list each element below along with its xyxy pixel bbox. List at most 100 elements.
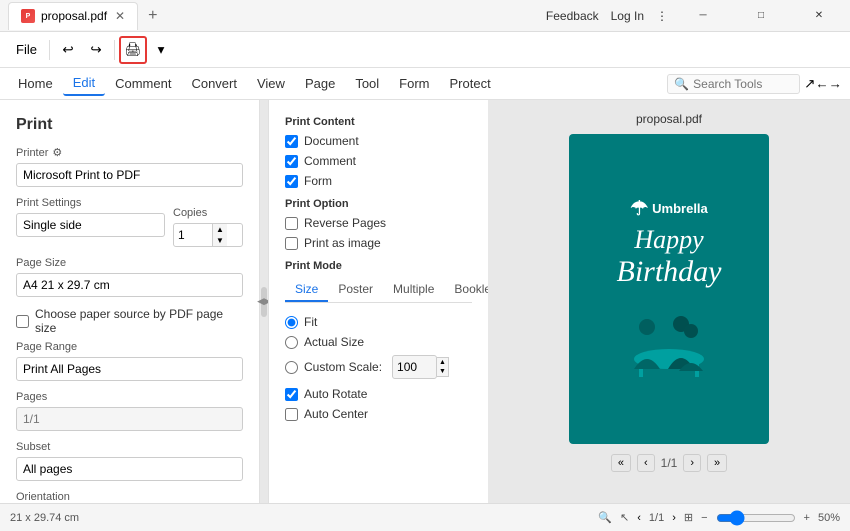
login-link[interactable]: Log In	[611, 9, 644, 23]
print-content-label: Print Content	[285, 116, 472, 128]
file-menu-btn[interactable]: File	[8, 42, 45, 57]
last-page-btn[interactable]: »	[707, 454, 727, 472]
actual-size-radio[interactable]	[285, 336, 298, 349]
copies-input[interactable]	[174, 224, 212, 246]
print-mode-label: Print Mode	[285, 260, 472, 272]
auto-center-checkbox[interactable]	[285, 408, 298, 421]
comment-label: Comment	[304, 154, 356, 168]
title-bar: P proposal.pdf ✕ + Feedback Log In ⋮ ─ □…	[0, 0, 850, 32]
menu-edit[interactable]: Edit	[63, 71, 105, 96]
copies-down-btn[interactable]: ▼	[213, 235, 227, 246]
pagerange-select[interactable]: Print All Pages	[16, 357, 243, 381]
main-area: Print Printer ⚙ Microsoft Print to PDF P…	[0, 100, 850, 503]
reverse-pages-label: Reverse Pages	[304, 216, 386, 230]
file-tab[interactable]: P proposal.pdf ✕	[8, 2, 138, 30]
print-as-image-checkbox[interactable]	[285, 237, 298, 250]
menu-tool[interactable]: Tool	[345, 72, 389, 95]
panel-divider[interactable]: ◀▶	[260, 100, 268, 503]
menu-page[interactable]: Page	[295, 72, 345, 95]
new-tab-btn[interactable]: +	[140, 3, 165, 29]
maximize-btn[interactable]: □	[738, 0, 784, 32]
status-next-btn[interactable]: ›	[672, 512, 676, 524]
custom-scale-label: Custom Scale:	[304, 360, 382, 374]
choose-paper-checkbox[interactable]	[16, 315, 29, 328]
preview-nav: « ‹ 1/1 › »	[611, 454, 727, 472]
minimize-btn[interactable]: ─	[680, 0, 726, 32]
page-indicator: 1/1	[661, 456, 678, 470]
print-settings-right: Print Content Document Comment Form Prin…	[268, 100, 488, 503]
form-checkbox[interactable]	[285, 175, 298, 188]
document-checkbox[interactable]	[285, 135, 298, 148]
pagesize-label: Page Size	[16, 257, 243, 269]
orientation-row: Orientation Gray Print	[16, 491, 243, 503]
forward-btn[interactable]: →	[829, 76, 842, 91]
menu-comment[interactable]: Comment	[105, 72, 181, 95]
menu-view[interactable]: View	[247, 72, 295, 95]
menu-dots[interactable]: ⋮	[656, 9, 668, 23]
feedback-link[interactable]: Feedback	[546, 9, 599, 23]
preview-happy-text: Happy	[634, 225, 703, 255]
print-as-image-row: Print as image	[285, 236, 472, 250]
mode-tab-poster[interactable]: Poster	[328, 278, 383, 302]
divider1	[49, 40, 50, 60]
menu-home[interactable]: Home	[8, 72, 63, 95]
first-page-btn[interactable]: «	[611, 454, 631, 472]
preview-area: proposal.pdf ☂ Umbrella Happy Birthday	[488, 100, 850, 503]
reverse-pages-checkbox[interactable]	[285, 217, 298, 230]
choose-paper-row: Choose paper source by PDF page size	[16, 307, 243, 335]
dropdown-btn[interactable]: ▾	[147, 36, 175, 64]
menu-form[interactable]: Form	[389, 72, 439, 95]
search-box[interactable]: 🔍	[667, 74, 800, 94]
tab-close-btn[interactable]: ✕	[115, 9, 125, 23]
divider2	[114, 40, 115, 60]
form-checkbox-row: Form	[285, 174, 472, 188]
comment-checkbox[interactable]	[285, 155, 298, 168]
form-label: Form	[304, 174, 332, 188]
custom-scale-input[interactable]	[392, 355, 437, 379]
redo-btn[interactable]: ↪	[82, 36, 110, 64]
back-btn[interactable]: ←	[815, 76, 828, 91]
pdf-icon: P	[21, 9, 35, 23]
status-zoom-level: 50%	[818, 512, 840, 524]
prev-page-btn[interactable]: ‹	[637, 454, 655, 472]
pagesize-select[interactable]: A4 21 x 29.7 cm	[16, 273, 243, 297]
status-prev-btn[interactable]: ‹	[637, 512, 641, 524]
settings-copies-row: Print Settings Single side Copies ▲ ▼	[16, 197, 243, 247]
printer-select[interactable]: Microsoft Print to PDF	[16, 163, 243, 187]
close-btn[interactable]: ✕	[796, 0, 842, 32]
comment-checkbox-row: Comment	[285, 154, 472, 168]
scale-down-btn[interactable]: ▼	[437, 367, 448, 376]
umbrella-text: Umbrella	[652, 201, 708, 216]
copies-up-btn[interactable]: ▲	[213, 224, 227, 235]
menu-convert[interactable]: Convert	[181, 72, 247, 95]
pages-label: Pages	[16, 391, 243, 403]
orientation-label: Orientation	[16, 491, 243, 503]
search-input[interactable]	[693, 77, 793, 91]
zoom-slider[interactable]	[716, 510, 796, 526]
document-checkbox-row: Document	[285, 134, 472, 148]
menu-bar: Home Edit Comment Convert View Page Tool…	[0, 68, 850, 100]
scale-up-btn[interactable]: ▲	[437, 358, 448, 367]
undo-btn[interactable]: ↩	[54, 36, 82, 64]
mode-tab-size[interactable]: Size	[285, 278, 328, 302]
mode-tab-multiple[interactable]: Multiple	[383, 278, 444, 302]
print-option-label: Print Option	[285, 198, 472, 210]
print-option-section: Print Option Reverse Pages Print as imag…	[285, 198, 472, 250]
custom-scale-radio[interactable]	[285, 361, 298, 374]
print-btn-toolbar[interactable]: 🖨	[119, 36, 147, 64]
pages-input[interactable]	[16, 407, 243, 431]
preview-filename: proposal.pdf	[636, 112, 702, 126]
status-icon-scan: 🔍	[598, 511, 612, 524]
status-icon-fit: ⊞	[684, 511, 693, 524]
status-icon-zoom-out: −	[701, 512, 707, 524]
printer-label: Printer ⚙	[16, 146, 243, 159]
subset-select[interactable]: All pages	[16, 457, 243, 481]
mode-tabs: Size Poster Multiple Booklet	[285, 278, 472, 303]
printer-settings-icon[interactable]: ⚙	[52, 146, 62, 159]
auto-rotate-checkbox[interactable]	[285, 388, 298, 401]
print-settings-select[interactable]: Single side	[16, 213, 165, 237]
external-link-btn[interactable]: ↗	[804, 76, 815, 92]
menu-protect[interactable]: Protect	[440, 72, 501, 95]
fit-radio[interactable]	[285, 316, 298, 329]
next-page-btn[interactable]: ›	[683, 454, 701, 472]
